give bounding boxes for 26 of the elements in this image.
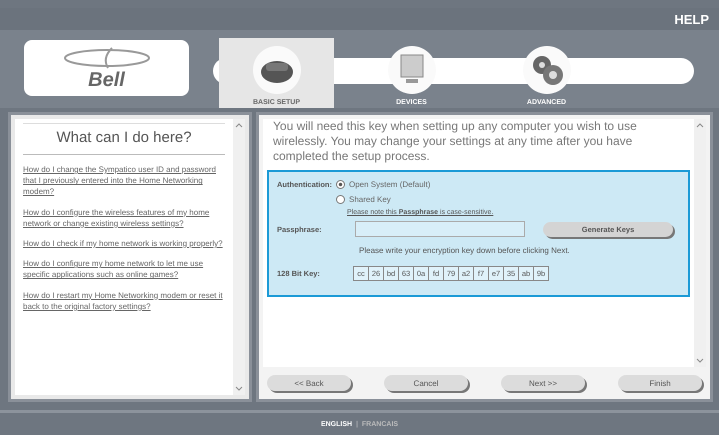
wizard-button[interactable]: Cancel — [384, 375, 468, 391]
radio-label: Open System (Default) — [349, 180, 430, 189]
router-icon — [252, 45, 302, 95]
help-link[interactable]: How do I configure my home network to let me use specific applications such as online games? — [23, 258, 225, 280]
help-link[interactable]: How do I change the Sympatico user ID and password that I previously entered into the Home Networking modem? — [23, 164, 225, 198]
scrollbar[interactable] — [233, 119, 245, 395]
wizard-button[interactable]: Next >> — [501, 375, 585, 391]
logo-text: Bell — [88, 70, 125, 90]
radio-label: Shared Key — [349, 195, 391, 204]
help-link[interactable]: How do I check if my home network is working properly? — [23, 238, 225, 250]
scroll-up-icon[interactable] — [235, 123, 243, 128]
instruction-text: Please write your encryption key down before clicking Next. — [359, 246, 571, 255]
scroll-down-icon[interactable] — [235, 386, 243, 391]
intro-text: You will need this key when setting up any computer you wish to use wirelessly. You may change your settings at any time after you have completed the setup process. — [273, 119, 638, 164]
help-link[interactable]: How do I configure the wireless features of my home network or change existing wireless settings? — [23, 206, 225, 229]
wizard-button[interactable]: << Back — [267, 375, 351, 391]
scroll-up-icon[interactable] — [696, 123, 704, 128]
help-link[interactable]: HELP — [674, 12, 709, 26]
radio-button[interactable] — [336, 180, 345, 189]
orbit-logo-icon — [62, 46, 152, 70]
scroll-down-icon[interactable] — [696, 358, 704, 363]
passphrase-field[interactable] — [355, 221, 525, 237]
help-title: What can I do here? — [23, 123, 225, 155]
radio-button[interactable] — [336, 195, 345, 204]
help-link[interactable]: How do I restart my Home Networking modem or reset it back to the original factory settings? — [23, 290, 225, 312]
wizard-button[interactable]: Finish — [618, 375, 702, 391]
